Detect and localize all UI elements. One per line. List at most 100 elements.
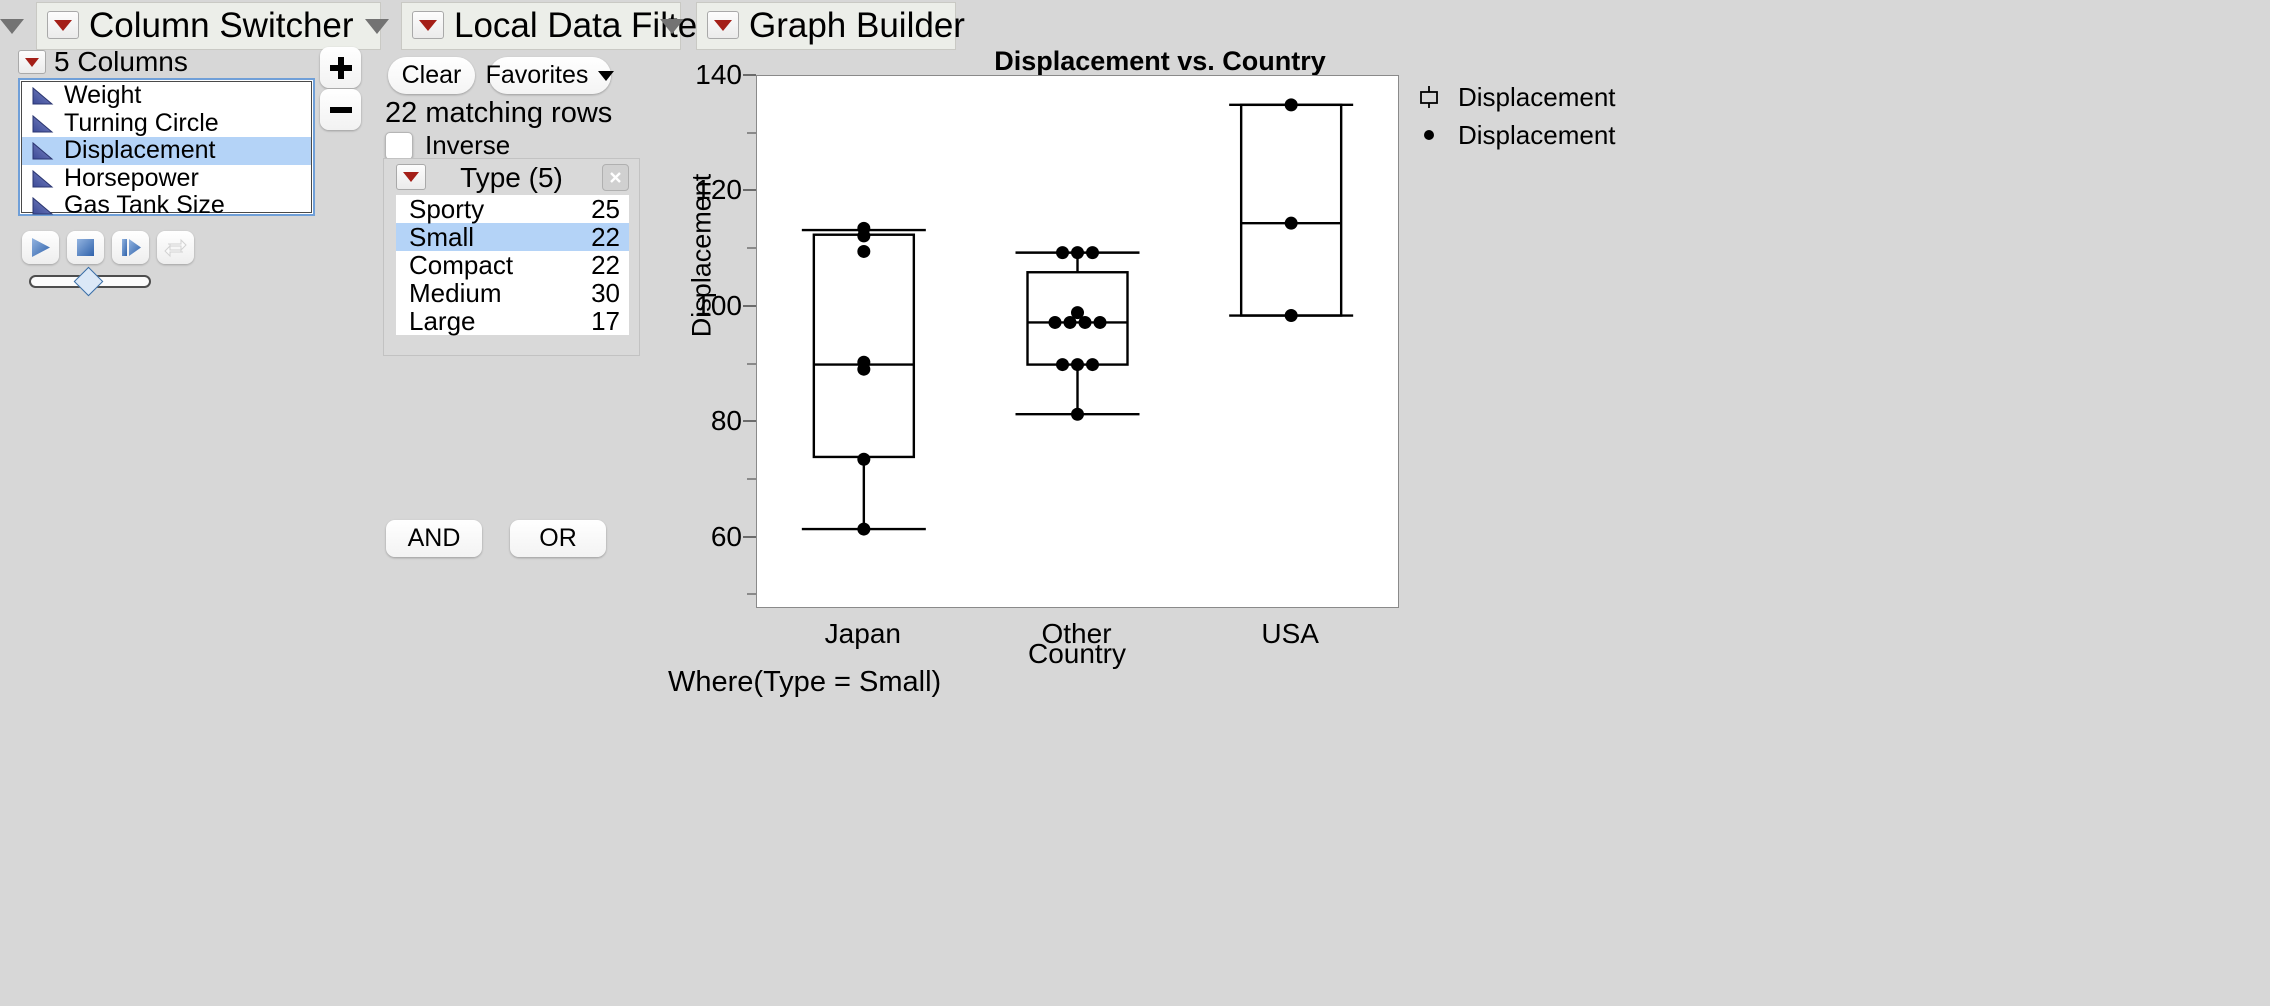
type-filter-row-selected[interactable]: Small 22 [396,221,629,252]
y-axis-minor-tick [747,131,756,134]
play-icon [32,238,50,257]
graph-builder-panel: Graph Builder Displacement vs. Country D… [660,0,2270,1006]
slider-thumb[interactable] [73,266,104,297]
data-point [1071,358,1084,372]
data-point [1056,246,1069,260]
legend-item-boxplot[interactable]: Displacement [1416,78,1616,116]
data-point [1078,315,1092,329]
column-list-item[interactable]: Turning Circle [22,109,311,138]
boxplot-group [801,228,926,531]
column-list-item-label: Displacement [64,136,216,165]
playback-controls [22,231,194,264]
column-switcher-title-box: Column Switcher [36,2,381,50]
y-axis-minor-tick [747,593,756,596]
remove-column-button[interactable] [320,89,361,130]
local-data-filter-menu-button[interactable] [412,11,444,39]
column-list-item[interactable]: Weight [22,81,311,110]
playback-speed-slider[interactable] [29,266,151,297]
type-filter-row-count: 30 [591,277,620,308]
column-list-item-label: Weight [64,81,142,110]
plus-icon [329,56,352,79]
disclosure-triangle-icon[interactable] [0,18,24,34]
data-point [1056,358,1069,372]
column-switcher-menu-button[interactable] [47,11,79,39]
point-icon [1424,130,1434,140]
chevron-down-icon [598,70,615,81]
type-filter-row[interactable]: Large 17 [396,305,629,336]
data-point [857,452,871,466]
local-data-filter-title-box: Local Data Filter [401,2,709,50]
type-filter-row-label: Large [409,305,476,336]
and-or-row: AND OR [386,520,606,557]
and-button[interactable]: AND [386,520,482,557]
continuous-column-icon [32,86,54,105]
y-axis-tick-label: 140 [695,59,742,90]
red-triangle-icon [54,19,72,31]
type-filter-row-count: 17 [591,305,620,336]
clear-button[interactable]: Clear [388,57,475,94]
column-list-item[interactable]: Gas Tank Size [22,191,311,220]
favorites-button-label: Favorites [485,61,589,89]
type-filter-row[interactable]: Compact 22 [396,250,629,280]
data-point [1086,358,1099,372]
or-button-label: OR [539,524,577,552]
type-filter-row[interactable]: Sporty 25 [396,194,629,224]
y-axis-tick-label: 120 [695,174,742,206]
inverse-label: Inverse [425,130,511,160]
graph-builder-title-box: Graph Builder [696,2,965,50]
minus-icon [329,106,352,113]
data-point [1093,315,1107,329]
y-axis-tick [743,74,756,76]
column-list-item[interactable]: Horsepower [22,163,311,193]
graph-builder-header: Graph Builder [660,2,965,50]
disclosure-triangle-icon[interactable] [660,18,684,34]
data-point [1284,98,1298,112]
y-axis-tick-label: 100 [695,289,742,321]
y-axis-tick [743,535,756,538]
boxplot-icon [1420,86,1438,108]
disclosure-triangle-icon[interactable] [365,18,389,34]
step-forward-button[interactable] [112,231,149,264]
type-filter-list[interactable]: Sporty 25 Small 22 Compact 22 Medium 30 … [396,194,629,336]
plot-area[interactable] [756,75,1399,608]
data-point [1284,309,1298,323]
column-list-item-label: Horsepower [64,163,199,192]
column-count-menu-button[interactable] [18,50,46,74]
data-point [857,229,871,243]
matching-rows-label: 22 matching rows [385,97,613,129]
type-filter-header: Type (5) [384,159,639,193]
data-point [1063,315,1077,329]
close-icon [610,172,621,183]
data-point [1071,246,1084,260]
stop-button[interactable] [67,231,104,264]
loop-button[interactable] [157,231,194,264]
x-axis-tick-label: Japan [824,618,901,649]
data-point [1071,407,1084,421]
continuous-column-icon [32,196,54,215]
boxplot-group [1229,103,1354,317]
boxplot-graphic [801,98,1354,536]
type-filter-close-button[interactable] [602,164,629,191]
or-button[interactable]: OR [510,520,606,557]
and-button-label: AND [407,524,461,552]
favorites-button[interactable]: Favorites [485,57,615,94]
data-point [857,362,871,376]
type-filter-row-count: 22 [591,221,620,252]
legend-item-points[interactable]: Displacement [1416,116,1616,154]
column-list-item-label: Gas Tank Size [64,191,225,220]
y-axis-tick [743,420,756,423]
column-switcher-title: Column Switcher [89,5,354,45]
type-filter-panel: Type (5) Sporty 25 Small 22 Compact 22 M… [383,158,640,356]
graph-builder-menu-button[interactable] [707,11,739,39]
data-point [1284,216,1298,230]
play-button[interactable] [22,231,59,264]
type-filter-title: Type (5) [460,162,563,193]
add-column-button[interactable] [320,47,361,88]
graph-builder-title: Graph Builder [749,5,965,45]
type-filter-row[interactable]: Medium 30 [396,277,629,308]
inverse-checkbox[interactable] [385,131,413,160]
column-list[interactable]: Weight Turning Circle Displacement Horse… [18,78,315,219]
column-list-item-selected[interactable]: Displacement [22,136,311,165]
y-axis-tick-label: 60 [710,520,742,552]
x-axis-tick-label: USA [1261,618,1319,649]
